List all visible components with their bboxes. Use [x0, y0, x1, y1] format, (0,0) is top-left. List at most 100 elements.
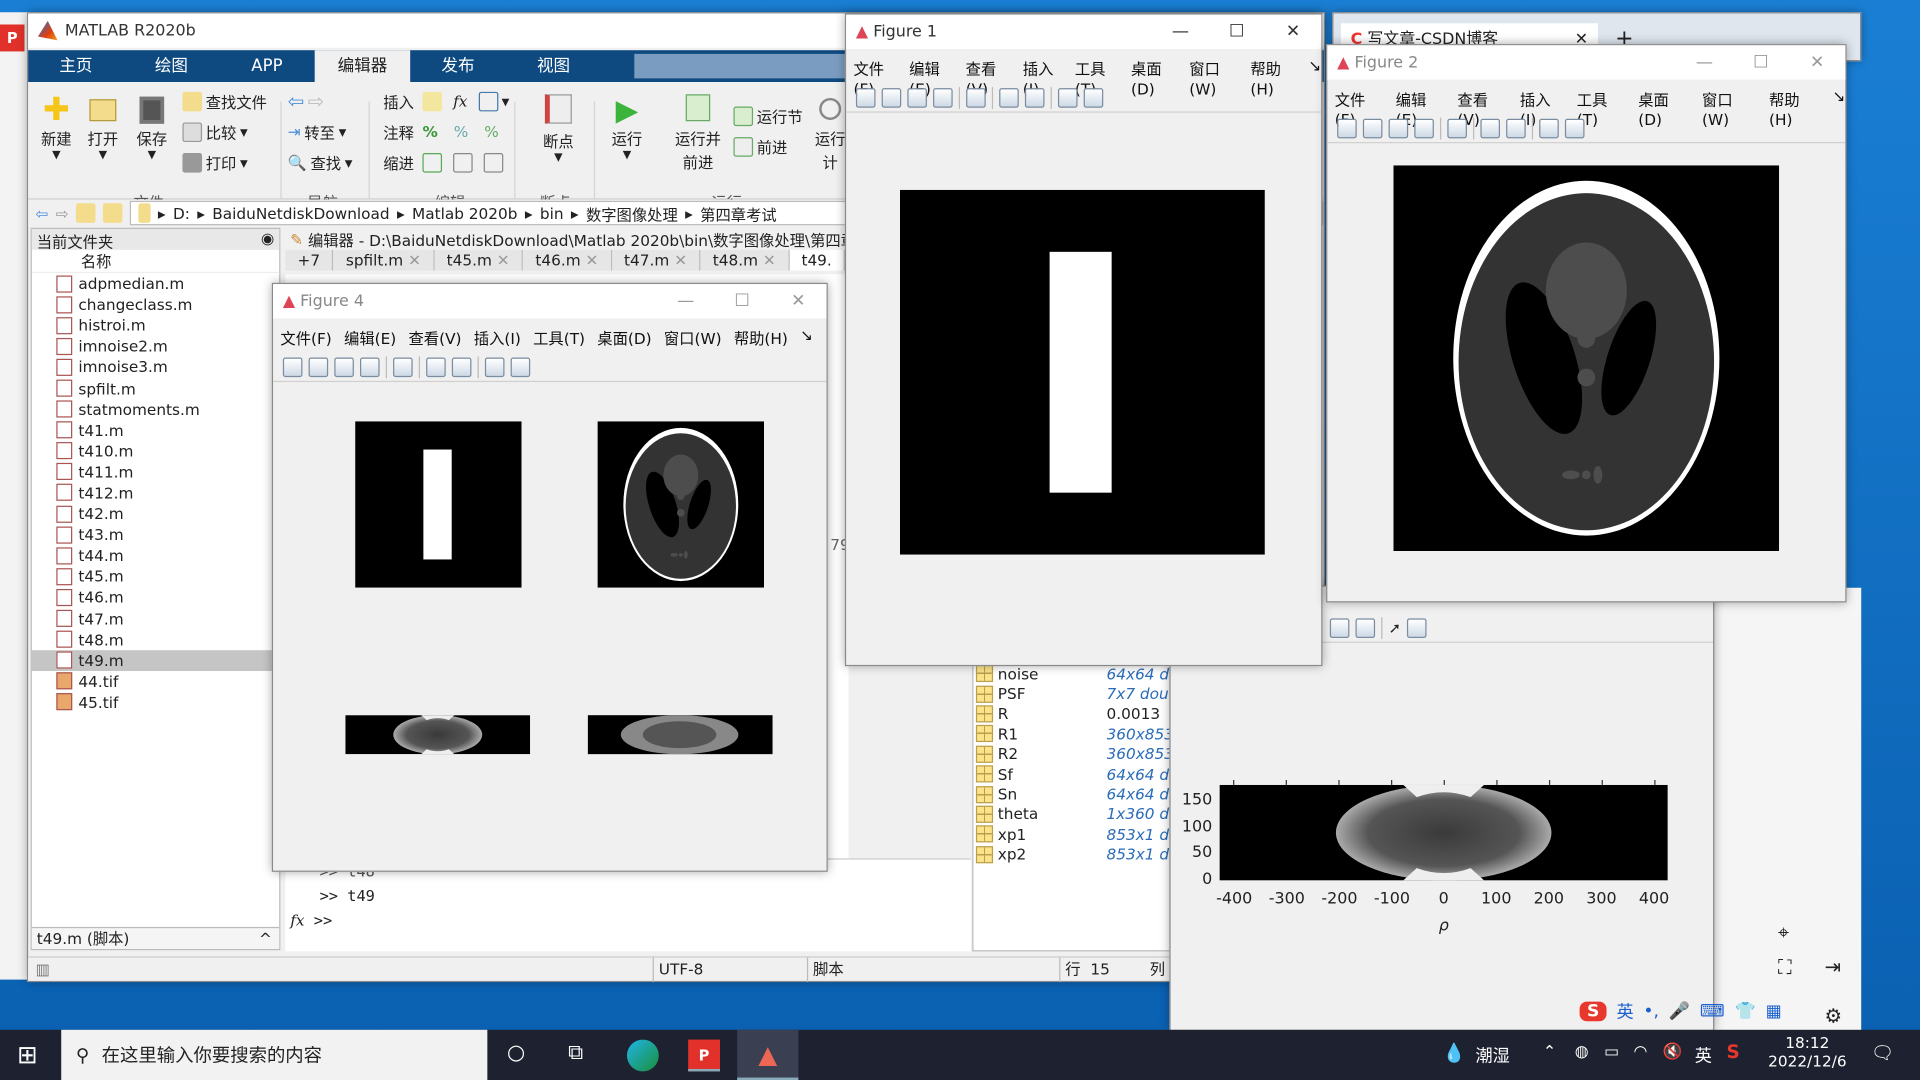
- legend-icon[interactable]: [451, 356, 472, 377]
- back-arrow-icon[interactable]: ⇦: [288, 89, 304, 112]
- file-item[interactable]: spfilt.m: [32, 378, 279, 399]
- gear-icon[interactable]: ⚙: [1824, 1004, 1842, 1027]
- pointer-icon[interactable]: [1057, 87, 1078, 108]
- run-button[interactable]: ▶ 运行 ▼: [609, 94, 646, 161]
- skin-icon[interactable]: 👕: [1734, 1002, 1755, 1022]
- tray-chevron-icon[interactable]: ⌃: [1543, 1043, 1556, 1061]
- pdf-taskbar-icon[interactable]: P: [688, 1039, 721, 1072]
- smart-indent-icon[interactable]: [422, 152, 443, 173]
- file-item[interactable]: adpmedian.m: [32, 273, 279, 294]
- workspace-variable[interactable]: xp1853x1 do: [973, 824, 1169, 844]
- tab-plots[interactable]: 绘图: [124, 50, 220, 82]
- close-button[interactable]: ✕: [770, 284, 826, 318]
- breakpoints-button[interactable]: 断点 ▼: [533, 94, 584, 164]
- file-item[interactable]: t49.m: [31, 649, 280, 671]
- close-tab-icon[interactable]: ✕: [674, 251, 687, 269]
- ime-lang[interactable]: 英: [1616, 999, 1633, 1023]
- file-item[interactable]: t411.m: [32, 461, 279, 482]
- workspace-variable[interactable]: theta1x360 do: [973, 804, 1169, 824]
- editor-tab[interactable]: t48.m ✕: [700, 249, 790, 271]
- file-item[interactable]: 45.tif: [32, 692, 279, 713]
- battery-icon[interactable]: ▭: [1604, 1043, 1619, 1061]
- tab-view[interactable]: 视图: [506, 50, 602, 82]
- open-file-icon[interactable]: [1362, 118, 1383, 138]
- colorbar-icon[interactable]: [1329, 617, 1350, 638]
- wrap-comment-icon[interactable]: %: [484, 122, 499, 140]
- quick-access-toolbar[interactable]: [634, 53, 855, 79]
- editor-tab[interactable]: spfilt.m ✕: [333, 249, 435, 271]
- workspace-variable[interactable]: xp2853x1 do: [973, 844, 1169, 864]
- print-button[interactable]: 打印 ▾: [182, 151, 248, 174]
- volume-muted-icon[interactable]: 🔇: [1663, 1043, 1683, 1061]
- menu-overflow-icon[interactable]: ↘: [800, 326, 813, 349]
- path-segment[interactable]: bin: [540, 204, 564, 222]
- file-item[interactable]: t42.m: [32, 503, 279, 524]
- find-files-button[interactable]: 查找文件: [182, 89, 267, 112]
- back-icon[interactable]: ⇦: [36, 204, 49, 222]
- link-plot-icon[interactable]: [966, 87, 986, 108]
- function-icon[interactable]: [478, 91, 499, 111]
- minimize-button[interactable]: —: [1152, 15, 1208, 49]
- pointer-icon[interactable]: [484, 356, 505, 377]
- nav-arrows[interactable]: ⇦ ⇨: [288, 89, 325, 112]
- taskbar-search-box[interactable]: ⚲ 在这里输入你要搜索的内容: [61, 1029, 488, 1080]
- legend-icon[interactable]: [1355, 617, 1376, 638]
- link-plot-icon[interactable]: [393, 356, 413, 377]
- close-button[interactable]: ✕: [1789, 45, 1845, 79]
- file-item[interactable]: t43.m: [32, 524, 279, 545]
- close-tab-icon[interactable]: ✕: [763, 251, 776, 269]
- path-segment[interactable]: BaiduNetdiskDownload: [212, 204, 389, 222]
- decrease-indent-icon[interactable]: [483, 152, 504, 173]
- save-button[interactable]: 保存 ▼: [133, 94, 170, 162]
- figure-menu-item[interactable]: 编辑(E): [344, 326, 396, 349]
- new-figure-icon[interactable]: [282, 356, 303, 377]
- tab-home[interactable]: 主页: [28, 50, 124, 82]
- advance-button[interactable]: 前进: [733, 135, 787, 158]
- property-inspector-icon[interactable]: [1564, 118, 1585, 138]
- file-item[interactable]: t410.m: [32, 441, 279, 462]
- colorbar-icon[interactable]: [1480, 118, 1501, 138]
- file-item[interactable]: 44.tif: [32, 671, 279, 692]
- insert-button[interactable]: 插入 fx ▾: [383, 89, 509, 112]
- workspace-variable[interactable]: Sn64x64 do: [973, 784, 1169, 804]
- run-advance-button[interactable]: 运行并 前进: [670, 94, 726, 172]
- minimize-button[interactable]: —: [658, 284, 714, 318]
- windows-start-icon[interactable]: ⊞: [17, 1040, 38, 1069]
- figure-menu-item[interactable]: 查看(V): [409, 326, 462, 349]
- maximize-button[interactable]: ☐: [1733, 45, 1789, 79]
- maximize-button[interactable]: ☐: [714, 284, 770, 318]
- column-header-name[interactable]: 名称: [31, 250, 280, 274]
- matlab-taskbar-icon[interactable]: ▲: [737, 1029, 799, 1080]
- file-item[interactable]: t41.m: [32, 420, 279, 441]
- file-item[interactable]: t47.m: [32, 608, 279, 629]
- wifi-icon[interactable]: ◠: [1633, 1043, 1647, 1061]
- dock-icon[interactable]: ⇥: [1824, 955, 1840, 978]
- find-button[interactable]: 🔍 查找 ▾: [288, 151, 353, 174]
- save-icon[interactable]: [334, 356, 354, 377]
- fx-icon[interactable]: fx: [453, 92, 467, 110]
- open-file-icon[interactable]: [881, 87, 902, 108]
- uncomment-icon[interactable]: %: [454, 122, 469, 140]
- pointer-icon[interactable]: [1539, 118, 1559, 138]
- indent-button[interactable]: 缩进: [383, 151, 504, 174]
- property-inspector-icon[interactable]: [1083, 87, 1104, 108]
- open-button[interactable]: 打开 ▼: [84, 94, 121, 162]
- toolbox-icon[interactable]: ▦: [1766, 1002, 1782, 1022]
- tab-apps[interactable]: APP: [219, 50, 315, 82]
- editor-tab[interactable]: t46.m ✕: [523, 249, 612, 271]
- link-plot-icon[interactable]: [1447, 118, 1467, 138]
- goto-button[interactable]: ⇥ 转至 ▾: [288, 120, 347, 143]
- cortana-icon[interactable]: ○: [507, 1041, 525, 1065]
- workspace-variable[interactable]: R1 360x853: [973, 724, 1169, 744]
- close-tab-icon[interactable]: ✕: [408, 251, 421, 269]
- workspace-variable[interactable]: R 0.0013: [973, 704, 1169, 724]
- editor-tab[interactable]: +7: [285, 249, 334, 271]
- increase-indent-icon[interactable]: [453, 152, 473, 173]
- file-item[interactable]: statmoments.m: [32, 399, 279, 420]
- figure-menu-item[interactable]: 窗口(W): [664, 326, 722, 349]
- minimize-button[interactable]: —: [1676, 45, 1732, 79]
- path-segment[interactable]: 数字图像处理: [586, 201, 678, 224]
- print-icon[interactable]: [360, 356, 380, 377]
- forward-icon[interactable]: ⇨: [56, 204, 69, 222]
- chevron-up-icon[interactable]: ^: [259, 928, 272, 950]
